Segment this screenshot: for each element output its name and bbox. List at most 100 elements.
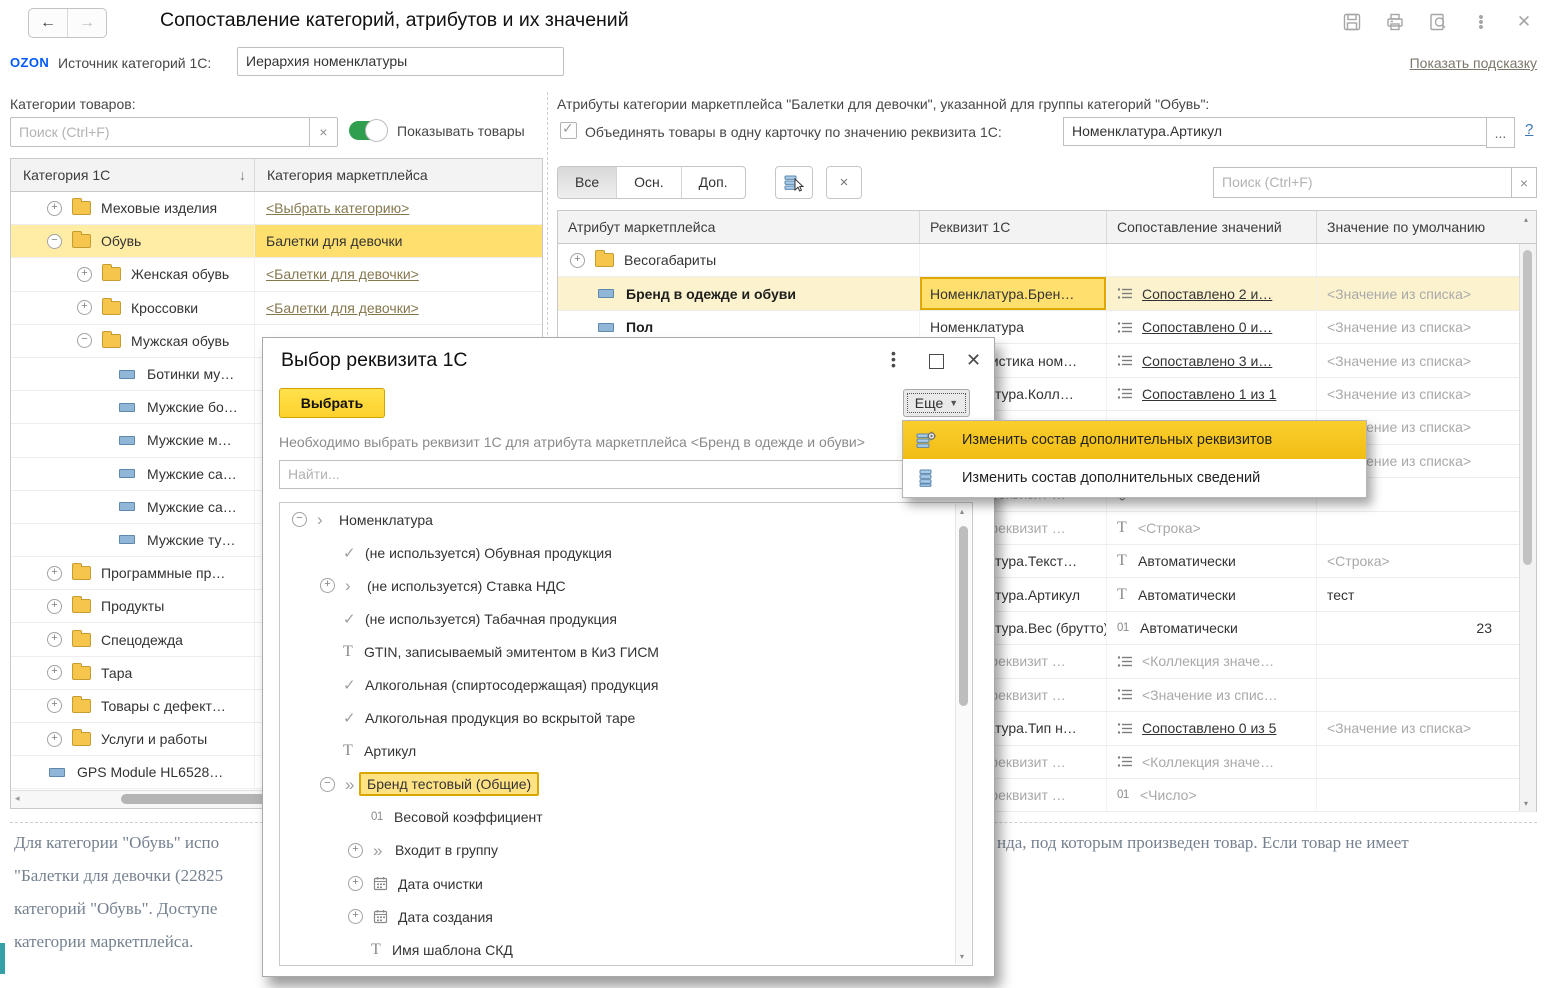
category-row[interactable]: − Обувь Балетки для девочки (11, 225, 542, 258)
print-icon[interactable] (1384, 11, 1406, 33)
expand-icon[interactable]: + (47, 698, 62, 713)
col-requisite[interactable]: Реквизит 1С (919, 211, 1106, 243)
expand-icon[interactable]: + (320, 578, 335, 593)
col-category-1c[interactable]: Категория 1С↓ (11, 159, 254, 191)
expand-icon[interactable]: + (47, 632, 62, 647)
tab-additional[interactable]: Доп. (682, 167, 745, 198)
show-products-toggle[interactable] (349, 121, 386, 140)
kebab-icon[interactable]: ••• (1470, 11, 1492, 33)
default-value[interactable]: <Значение из списка> (1327, 386, 1471, 402)
collapse-icon[interactable]: − (77, 333, 92, 348)
collapse-icon[interactable]: − (320, 777, 335, 792)
scroll-left-icon[interactable]: ◂ (15, 793, 20, 804)
attr-search-clear-button[interactable]: × (1511, 167, 1537, 198)
col-attribute[interactable]: Атрибут маркетплейса (558, 211, 919, 243)
attr-search-input[interactable]: Поиск (Ctrl+F) (1213, 167, 1513, 198)
mapping-link[interactable]: Сопоставлено 1 из 1 (1142, 386, 1276, 402)
close-icon[interactable]: ✕ (1513, 11, 1535, 33)
tab-all[interactable]: Все (558, 167, 617, 198)
col-mapping[interactable]: Сопоставление значений (1106, 211, 1316, 243)
category-row[interactable]: + Кроссовки <Балетки для девочки> (11, 292, 542, 325)
tree-item[interactable]: T Имя шаблона СКД (280, 933, 972, 966)
mapping-link[interactable]: Сопоставлено 3 и… (1142, 353, 1272, 369)
tree-item[interactable]: + Дата создания (280, 900, 972, 933)
expand-icon[interactable]: + (348, 843, 363, 858)
merge-help-link[interactable]: ? (1525, 121, 1533, 138)
expand-icon[interactable]: + (47, 566, 62, 581)
expand-icon[interactable]: + (47, 201, 62, 216)
tree-item[interactable]: 01 Весовой коэффициент (280, 801, 972, 834)
category-row[interactable]: + Меховые изделия <Выбрать категорию> (11, 192, 542, 225)
requisite-value[interactable]: Номенклатура.Брен… (930, 286, 1074, 302)
preview-icon[interactable] (1427, 11, 1449, 33)
dialog-close-icon[interactable]: ✕ (966, 350, 981, 371)
category-search-input[interactable]: Поиск (Ctrl+F) (10, 117, 310, 147)
default-value[interactable]: 23 (1476, 620, 1492, 636)
marketplace-category-value[interactable]: Балетки для девочки (255, 225, 542, 257)
default-value[interactable]: <Строка> (1327, 553, 1390, 569)
collapse-icon[interactable]: − (292, 512, 307, 527)
clear-filter-button[interactable]: × (826, 166, 862, 199)
tree-scroll-up-icon[interactable]: ▴ (960, 507, 964, 516)
scroll-up-icon[interactable]: ▴ (1524, 215, 1528, 224)
tree-scrollbar-thumb[interactable] (959, 526, 968, 706)
tree-item[interactable]: ✓ (не используется) Табачная продукция (280, 602, 972, 635)
tree-item[interactable]: −» Бренд тестовый (Общие) (280, 768, 972, 801)
default-value[interactable]: <Значение из списка> (1327, 353, 1471, 369)
expand-icon[interactable]: + (47, 732, 62, 747)
save-icon[interactable] (1341, 11, 1363, 33)
tree-item[interactable]: + Дата очистки (280, 867, 972, 900)
category-search-clear-button[interactable]: × (309, 117, 338, 147)
v-scrollbar-thumb[interactable] (1523, 250, 1532, 565)
tree-item[interactable]: ✓ Алкогольная продукция во вскрытой таре (280, 702, 972, 735)
col-default[interactable]: Значение по умолчанию (1316, 211, 1506, 243)
mapping-link[interactable]: Сопоставлено 0 и… (1142, 319, 1272, 335)
tree-item[interactable]: ✓ (не используется) Обувная продукция (280, 536, 972, 569)
select-button[interactable]: Выбрать (279, 388, 385, 418)
tree-item[interactable]: −› Номенклатура (280, 503, 972, 536)
forward-button[interactable]: → (68, 9, 106, 37)
tree-scrollbar[interactable]: ▴ ▾ (955, 504, 971, 964)
dialog-kebab-icon[interactable]: ••• (891, 350, 896, 368)
col-category-marketplace[interactable]: Категория маркетплейса (254, 159, 542, 191)
back-button[interactable]: ← (29, 9, 68, 37)
merge-more-button[interactable]: ... (1486, 117, 1515, 148)
attribute-row[interactable]: Бренд в одежде и обуви Номенклатура.Брен… (558, 277, 1536, 310)
v-scrollbar[interactable]: ▴ ▾ (1519, 244, 1536, 811)
tree-scroll-down-icon[interactable]: ▾ (960, 952, 964, 961)
tree-item[interactable]: +› (не используется) Ставка НДС (280, 569, 972, 602)
show-hint-link[interactable]: Показать подсказку (1410, 55, 1537, 71)
mapping-link[interactable]: Сопоставлено 2 и… (1142, 286, 1272, 302)
menu-item[interactable]: Изменить состав дополнительных реквизито… (903, 421, 1366, 459)
find-input[interactable]: Найти... (279, 460, 977, 489)
select-requisite-icon-button[interactable] (775, 166, 813, 199)
expand-icon[interactable]: + (47, 599, 62, 614)
default-value[interactable]: <Значение из списка> (1327, 720, 1471, 736)
expand-icon[interactable]: + (47, 665, 62, 680)
scroll-down-icon[interactable]: ▾ (1524, 799, 1528, 808)
expand-icon[interactable]: + (570, 253, 585, 268)
collapse-icon[interactable]: − (47, 234, 62, 249)
tree-item[interactable]: T Артикул (280, 735, 972, 768)
menu-item[interactable]: Изменить состав дополнительных сведений (903, 459, 1366, 497)
tree-item[interactable]: +» Входит в группу (280, 834, 972, 867)
mapping-link[interactable]: Сопоставлено 0 из 5 (1142, 720, 1276, 736)
marketplace-category-link[interactable]: <Балетки для девочки> (255, 258, 542, 290)
expand-icon[interactable]: + (77, 267, 92, 282)
more-button[interactable]: Еще ▼ (903, 389, 970, 417)
default-value[interactable]: <Значение из списка> (1327, 319, 1471, 335)
attribute-row[interactable]: +Весогабариты (558, 244, 1536, 277)
source-input[interactable]: Иерархия номенклатуры (237, 47, 564, 76)
tree-item[interactable]: T GTIN, записываемый эмитентом в КиЗ ГИС… (280, 635, 972, 668)
merge-checkbox[interactable]: ✓ (560, 122, 577, 139)
expand-icon[interactable]: + (348, 909, 363, 924)
dialog-maximize-icon[interactable] (929, 354, 944, 369)
marketplace-category-link[interactable]: <Балетки для девочки> (255, 292, 542, 324)
category-row[interactable]: + Женская обувь <Балетки для девочки> (11, 258, 542, 291)
marketplace-category-link[interactable]: <Выбрать категорию> (255, 192, 542, 224)
tab-main[interactable]: Осн. (617, 167, 682, 198)
tree-item[interactable]: ✓ Алкогольная (спиртосодержащая) продукц… (280, 668, 972, 701)
default-value[interactable]: тест (1327, 587, 1354, 603)
default-value[interactable]: <Значение из списка> (1327, 286, 1471, 302)
merge-requisite-input[interactable]: Номенклатура.Артикул (1063, 117, 1487, 146)
